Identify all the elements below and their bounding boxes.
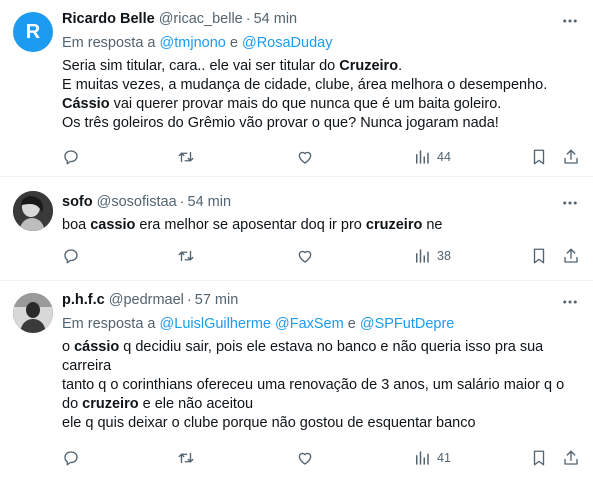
text-line: do cruzeiro e ele não aceitou: [62, 396, 254, 412]
like-button[interactable]: [296, 246, 314, 266]
heart-icon: [298, 250, 312, 263]
reply-context: Em resposta a @tmjnono e @RosaDuday: [62, 35, 332, 51]
text-line: tanto q o corinthians ofereceu uma renov…: [62, 377, 565, 393]
author-name[interactable]: Ricardo Belle: [62, 11, 155, 27]
share-button[interactable]: [562, 246, 580, 266]
reply-joiner: e: [229, 35, 238, 51]
text-line: carreira: [62, 358, 112, 374]
avatar[interactable]: [13, 191, 53, 231]
share-button[interactable]: [562, 147, 580, 167]
text-line: E muitas vezes, a mudança de cidade, clu…: [62, 77, 548, 93]
text-line: Cássio vai querer provar mais do que nun…: [62, 96, 502, 112]
highlighted-keyword: cruzeiro: [82, 396, 139, 412]
views-button[interactable]: 41: [413, 448, 451, 468]
view-count: 38: [437, 249, 451, 263]
repost-button[interactable]: [177, 246, 195, 266]
avatar-image: [13, 293, 53, 333]
mention-link[interactable]: @FaxSem: [275, 316, 344, 332]
separator-dot: ·: [179, 194, 185, 210]
action-bar: 41: [0, 448, 593, 468]
reply-icon: [64, 451, 78, 466]
text-line: boa cassio era melhor se aposentar doq i…: [62, 217, 443, 233]
highlighted-keyword: Cruzeiro: [339, 58, 399, 74]
reply-prefix: Em resposta a: [62, 35, 156, 51]
action-bar: 38: [0, 246, 593, 266]
bookmark-icon: [533, 450, 545, 466]
repost-button[interactable]: [177, 147, 195, 167]
tweet-header: Ricardo Belle @ricac_belle · 54 min: [62, 11, 297, 27]
tweet[interactable]: p.h.f.c @pedrmael · 57 min Em resposta a @…: [0, 281, 593, 479]
avatar[interactable]: [13, 293, 53, 333]
bookmark-button[interactable]: [530, 246, 548, 266]
reply-button[interactable]: [62, 246, 80, 266]
author-handle[interactable]: @pedrmael: [109, 292, 184, 308]
mention-link[interactable]: @SPFutDepre: [360, 316, 455, 332]
bookmark-icon: [533, 149, 545, 165]
timestamp[interactable]: 54 min: [254, 11, 298, 27]
reply-button[interactable]: [62, 448, 80, 468]
highlighted-keyword: cássio: [74, 339, 120, 355]
tweet-text: Seria sim titular, cara.. ele vai ser ti…: [62, 57, 572, 133]
views-button[interactable]: 38: [413, 246, 451, 266]
timestamp[interactable]: 54 min: [188, 194, 232, 210]
more-icon[interactable]: [561, 12, 579, 30]
author-handle[interactable]: @sosofistaa: [97, 194, 177, 210]
views-icon: [416, 451, 429, 465]
tweet[interactable]: sofo @sosofistaa · 54 min boa cassio era m…: [0, 177, 593, 281]
author-handle[interactable]: @ricac_belle: [159, 11, 243, 27]
tweet[interactable]: R Ricardo Belle @ricac_belle · 54 min Em r…: [0, 0, 593, 177]
tweet-header: p.h.f.c @pedrmael · 57 min: [62, 292, 238, 308]
bookmark-icon: [533, 248, 545, 264]
highlighted-keyword: cruzeiro: [365, 217, 423, 233]
heart-icon: [298, 151, 312, 164]
heart-icon: [298, 452, 312, 465]
more-icon[interactable]: [561, 293, 579, 311]
tweet-header: sofo @sosofistaa · 54 min: [62, 194, 231, 210]
text-line: o cássio q decidiu sair, pois ele estava…: [62, 339, 544, 355]
text-line: Os três goleiros do Grêmio vão provar o …: [62, 115, 499, 131]
share-icon: [564, 149, 578, 164]
text-line: ele q quis deixar o clube porque não gos…: [62, 415, 476, 431]
tweet-text: o cássio q decidiu sair, pois ele estava…: [62, 338, 572, 433]
timestamp[interactable]: 57 min: [195, 292, 239, 308]
reply-prefix: Em resposta a: [62, 316, 156, 332]
repost-icon: [178, 151, 194, 163]
text-line: Seria sim titular, cara.. ele vai ser ti…: [62, 58, 403, 74]
like-button[interactable]: [296, 147, 314, 167]
bookmark-button[interactable]: [530, 147, 548, 167]
reply-icon: [64, 249, 78, 264]
author-name[interactable]: p.h.f.c: [62, 292, 105, 308]
more-icon[interactable]: [561, 194, 579, 212]
share-button[interactable]: [562, 448, 580, 468]
bookmark-button[interactable]: [530, 448, 548, 468]
highlighted-keyword: cassio: [90, 217, 136, 233]
views-icon: [416, 150, 429, 164]
reply-icon: [64, 150, 78, 165]
tweet-text: boa cassio era melhor se aposentar doq i…: [62, 216, 572, 235]
mention-link[interactable]: @RosaDuday: [242, 35, 332, 51]
avatar-image: [13, 191, 53, 231]
mention-link[interactable]: @LuislGuilherme: [160, 316, 271, 332]
reply-context: Em resposta a @LuislGuilherme @FaxSem e …: [62, 316, 454, 332]
highlighted-keyword: Cássio: [62, 96, 110, 112]
repost-button[interactable]: [177, 448, 195, 468]
like-button[interactable]: [296, 448, 314, 468]
repost-icon: [178, 250, 194, 262]
reply-joiner: e: [347, 316, 356, 332]
repost-icon: [178, 452, 194, 464]
share-icon: [564, 450, 578, 465]
action-bar: 44: [0, 147, 593, 167]
view-count: 44: [437, 150, 451, 164]
separator-dot: ·: [186, 292, 192, 308]
views-button[interactable]: 44: [413, 147, 451, 167]
reply-button[interactable]: [62, 147, 80, 167]
avatar[interactable]: R: [13, 12, 53, 52]
share-icon: [564, 248, 578, 263]
author-name[interactable]: sofo: [62, 194, 93, 210]
mention-link[interactable]: @tmjnono: [160, 35, 226, 51]
reply-feed: R Ricardo Belle @ricac_belle · 54 min Em r…: [0, 0, 593, 479]
views-icon: [416, 249, 429, 263]
separator-dot: ·: [245, 11, 251, 27]
view-count: 41: [437, 451, 451, 465]
